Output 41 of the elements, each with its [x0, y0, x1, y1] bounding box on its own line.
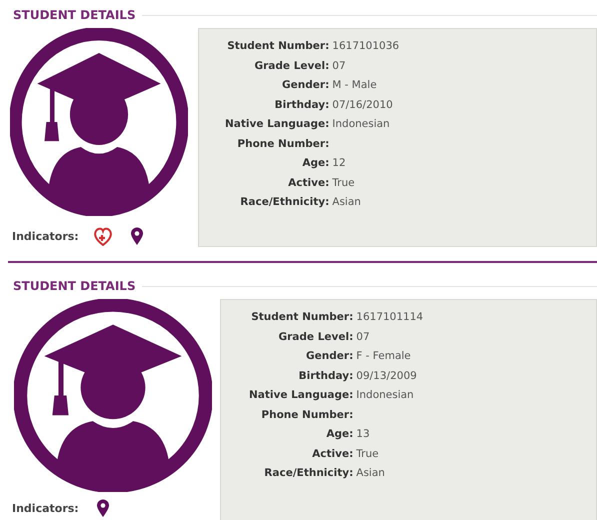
- field-value: 13: [356, 427, 371, 442]
- section-title: STUDENT DETAILS: [13, 8, 136, 22]
- field-value: F - Female: [356, 349, 412, 364]
- section-title: STUDENT DETAILS: [13, 279, 136, 293]
- field-value: True: [356, 446, 380, 462]
- field-value: 09/13/2009: [356, 368, 418, 384]
- field-value: 1617101114: [356, 310, 424, 325]
- field-label: Student Number:: [250, 310, 354, 325]
- field-value: M - Male: [332, 78, 378, 93]
- field-label: Native Language:: [249, 388, 354, 403]
- indicators-label: Indicators:: [12, 230, 79, 242]
- field-value: Asian: [356, 466, 386, 481]
- student-avatar-icon: [10, 28, 188, 216]
- field-value: 07/16/2010: [332, 98, 394, 112]
- field-label: Age:: [325, 427, 354, 442]
- field-label: Grade Level:: [254, 58, 330, 74]
- field-label: Phone Number:: [236, 136, 330, 152]
- field-label: Birthday:: [274, 98, 330, 112]
- field-value: Asian: [332, 195, 362, 210]
- field-label: Student Number:: [226, 39, 330, 54]
- field-value: Indonesian: [356, 388, 415, 403]
- field-label: Birthday:: [298, 368, 354, 384]
- field-value: 07: [356, 330, 371, 344]
- field-value: Indonesian: [332, 117, 391, 132]
- field-label: Grade Level:: [278, 330, 354, 344]
- field-label: Age:: [301, 156, 330, 171]
- field-label: Gender:: [305, 349, 354, 364]
- field-label: Race/Ethnicity:: [263, 466, 354, 481]
- field-label: Phone Number:: [260, 408, 354, 422]
- field-label: Native Language:: [225, 117, 330, 132]
- field-value: 1617101036: [332, 39, 400, 54]
- field-label: Gender:: [281, 78, 330, 93]
- field-label: Active:: [311, 446, 354, 462]
- heart-plus-icon[interactable]: [92, 226, 113, 246]
- field-value: True: [332, 176, 356, 190]
- field-label: Race/Ethnicity:: [239, 195, 330, 210]
- field-label: Active:: [287, 176, 330, 190]
- field-value: 12: [332, 156, 347, 171]
- student-avatar-icon: [14, 299, 212, 492]
- field-value: 07: [332, 58, 347, 74]
- indicators-label: Indicators:: [12, 502, 79, 514]
